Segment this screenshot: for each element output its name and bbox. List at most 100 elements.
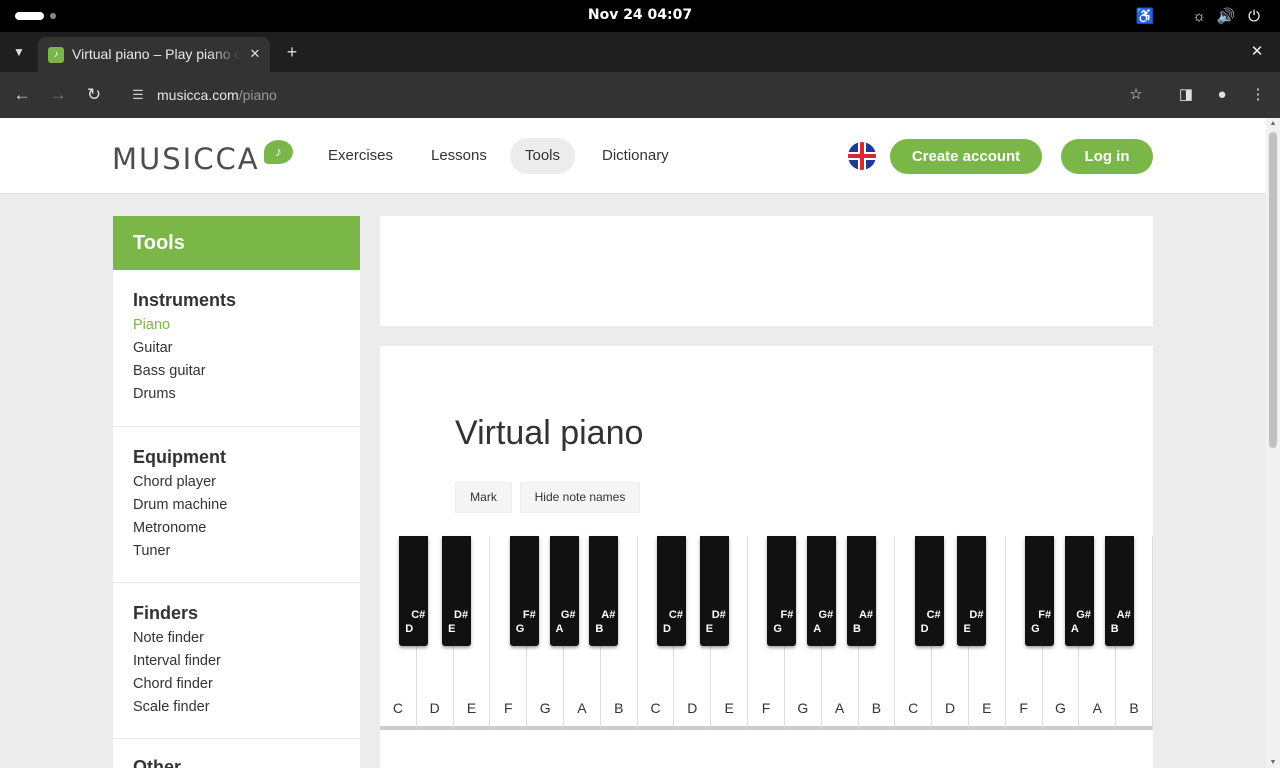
- black-key-natural-label: B: [853, 623, 861, 635]
- white-key-label: E: [724, 700, 734, 716]
- sidebar-section-finders: Finders Note finder Interval finder Chor…: [113, 582, 360, 738]
- sidebar-title-other: Other: [133, 757, 182, 768]
- sidebar-item-scale-finder[interactable]: Scale finder: [133, 699, 210, 715]
- sidebar-item-piano[interactable]: Piano: [133, 317, 170, 333]
- banner-placeholder-card: [380, 216, 1153, 326]
- sidebar-section-instruments: Instruments Piano Guitar Bass guitar Dru…: [113, 270, 360, 426]
- white-key-label: C: [392, 700, 403, 716]
- window-close-icon[interactable]: ✕: [1246, 41, 1268, 63]
- browser-tab[interactable]: ♪ Virtual piano – Play piano online ✕: [38, 37, 270, 72]
- black-key[interactable]: C# D: [399, 536, 429, 646]
- nav-exercises[interactable]: Exercises: [313, 138, 408, 174]
- black-key[interactable]: A# B: [847, 536, 877, 646]
- black-key[interactable]: D# E: [957, 536, 987, 646]
- sidebar-item-chord-player[interactable]: Chord player: [133, 474, 216, 490]
- scrollbar-thumb[interactable]: [1269, 132, 1277, 448]
- back-arrow-icon[interactable]: ←: [10, 83, 34, 107]
- black-key-sharp-label: C#: [668, 609, 683, 621]
- brightness-icon[interactable]: ☼: [1189, 6, 1209, 26]
- sidebar-item-bass-guitar[interactable]: Bass guitar: [133, 363, 206, 379]
- clock[interactable]: Nov 24 04:07: [0, 7, 1280, 23]
- reload-icon[interactable]: ↻: [82, 83, 106, 107]
- black-key-sharp-label: F#: [1038, 609, 1052, 621]
- sidebar-item-guitar[interactable]: Guitar: [133, 340, 173, 356]
- page-scrollbar[interactable]: ▲ ▼: [1266, 118, 1280, 768]
- mark-button[interactable]: Mark: [455, 482, 512, 513]
- kebab-menu-icon[interactable]: ⋮: [1246, 83, 1270, 107]
- nav-dictionary[interactable]: Dictionary: [587, 138, 684, 174]
- nav-lessons[interactable]: Lessons: [416, 138, 502, 174]
- black-key[interactable]: F# G: [509, 536, 539, 646]
- sidebar-section-other: Other: [113, 738, 360, 768]
- sidebar-item-interval-finder[interactable]: Interval finder: [133, 653, 221, 669]
- black-key-natural-label: E: [448, 623, 456, 635]
- black-key[interactable]: G# A: [549, 536, 579, 646]
- sidebar-title-equipment: Equipment: [133, 447, 226, 467]
- black-key-sharp-label: C#: [411, 609, 426, 621]
- sidebar-title-finders: Finders: [133, 603, 199, 623]
- scroll-down-arrow-icon[interactable]: ▼: [1269, 759, 1277, 766]
- black-key-sharp-label: D#: [969, 609, 984, 621]
- black-key[interactable]: C# D: [914, 536, 944, 646]
- logo-note-bubble-icon: ♪: [264, 140, 293, 164]
- black-key[interactable]: G# A: [1064, 536, 1094, 646]
- black-key[interactable]: F# G: [1025, 536, 1055, 646]
- black-key[interactable]: G# A: [807, 536, 837, 646]
- black-key-natural-label: G: [1031, 623, 1040, 635]
- url-text[interactable]: musicca.com/piano: [157, 87, 277, 103]
- sidebar-item-tuner[interactable]: Tuner: [133, 543, 170, 559]
- tab-list-chevron-down-icon[interactable]: ▼: [8, 41, 30, 63]
- black-key-sharp-label: C#: [926, 609, 941, 621]
- black-key-natural-label: D: [405, 623, 414, 635]
- page-title: Virtual piano: [455, 414, 644, 452]
- new-tab-plus-icon[interactable]: +: [281, 41, 303, 63]
- sidebar-item-note-finder[interactable]: Note finder: [133, 630, 204, 646]
- profile-icon[interactable]: ●: [1210, 83, 1234, 107]
- sidebar-item-chord-finder[interactable]: Chord finder: [133, 676, 213, 692]
- white-key-label: C: [908, 700, 919, 716]
- black-key[interactable]: A# B: [589, 536, 619, 646]
- volume-icon[interactable]: 🔊: [1216, 6, 1236, 26]
- hide-note-names-button[interactable]: Hide note names: [520, 482, 640, 513]
- black-key-natural-label: D: [662, 623, 671, 635]
- accessibility-icon[interactable]: ♿: [1135, 6, 1155, 26]
- black-key[interactable]: A# B: [1104, 536, 1134, 646]
- black-key-sharp-label: A#: [858, 609, 874, 621]
- sidebar-item-drums[interactable]: Drums: [133, 386, 176, 402]
- tab-strip: ▼ ♪ Virtual piano – Play piano online ✕ …: [0, 32, 1280, 72]
- sidebar-item-drum-machine[interactable]: Drum machine: [133, 497, 227, 513]
- black-key[interactable]: D# E: [699, 536, 729, 646]
- black-key[interactable]: C# D: [656, 536, 686, 646]
- black-key[interactable]: F# G: [767, 536, 797, 646]
- create-account-button[interactable]: Create account: [890, 139, 1042, 174]
- black-key-sharp-label: G#: [560, 609, 576, 621]
- black-key-natural-label: A: [555, 623, 564, 635]
- forward-arrow-icon[interactable]: →: [46, 83, 70, 107]
- bookmark-star-icon[interactable]: ☆: [1124, 83, 1148, 107]
- side-panel-icon[interactable]: ◨: [1174, 83, 1198, 107]
- black-key-sharp-label: G#: [818, 609, 834, 621]
- white-key-label: D: [687, 700, 698, 716]
- white-key-label: E: [982, 700, 992, 716]
- musicca-favicon-icon: ♪: [48, 47, 64, 63]
- white-key-label: B: [1129, 700, 1139, 716]
- white-key-label: A: [577, 700, 587, 716]
- white-key-label: D: [429, 700, 440, 716]
- tab-close-icon[interactable]: ✕: [246, 45, 264, 63]
- sidebar-item-metronome[interactable]: Metronome: [133, 520, 206, 536]
- site-header: MUSICCA ♪ Exercises Lessons Tools Dictio…: [0, 118, 1266, 194]
- white-key-label: B: [871, 700, 882, 716]
- page-viewport: MUSICCA ♪ Exercises Lessons Tools Dictio…: [0, 118, 1266, 768]
- musicca-logo[interactable]: MUSICCA: [112, 142, 260, 176]
- white-key-label: G: [797, 700, 809, 716]
- uk-flag-language-icon[interactable]: [848, 142, 876, 170]
- piano-keyboard: C D E F G A B C D E F G A B C D E F G A B C# D D# E F# G G# A A# B C# D D…: [380, 536, 1153, 730]
- scroll-up-arrow-icon[interactable]: ▲: [1269, 120, 1277, 127]
- power-icon[interactable]: ⏻: [1244, 6, 1264, 26]
- site-info-tune-icon[interactable]: ☰: [128, 85, 148, 105]
- log-in-button[interactable]: Log in: [1061, 139, 1153, 174]
- black-key[interactable]: D# E: [442, 536, 472, 646]
- black-key-sharp-label: F#: [780, 609, 794, 621]
- address-bar[interactable]: ☰ musicca.com/piano: [118, 78, 1158, 112]
- nav-tools[interactable]: Tools: [510, 138, 576, 174]
